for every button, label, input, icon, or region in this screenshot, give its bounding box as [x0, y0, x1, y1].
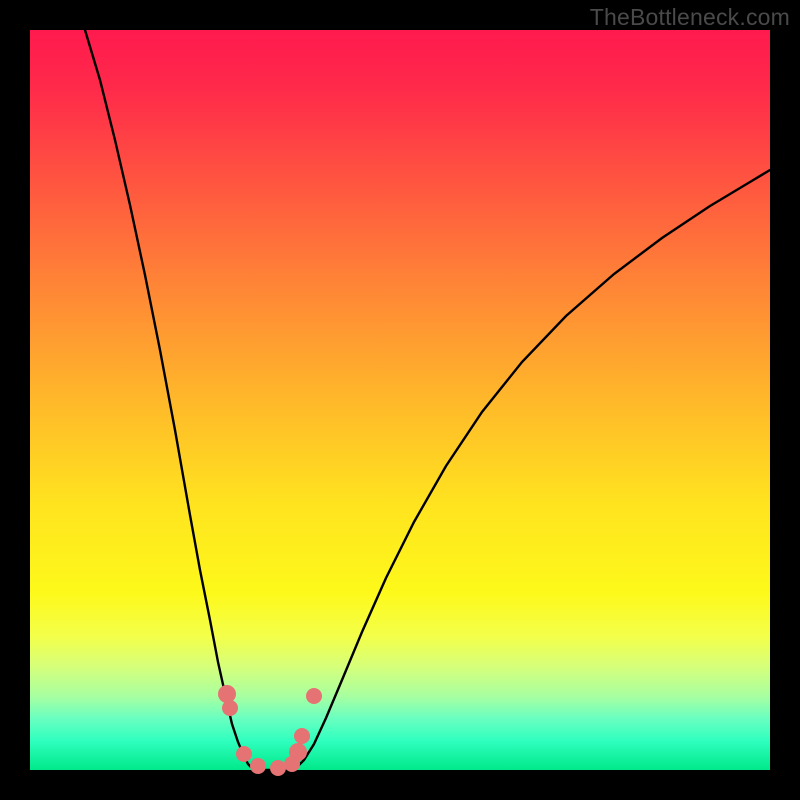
curve-path-group: [85, 30, 770, 770]
data-marker: [236, 746, 252, 762]
bottleneck-curve: [30, 30, 770, 770]
plot-area: [30, 30, 770, 770]
curve-path: [85, 30, 770, 770]
data-marker: [306, 688, 322, 704]
data-marker: [250, 758, 266, 774]
outer-frame: TheBottleneck.com: [0, 0, 800, 800]
data-marker: [289, 743, 307, 761]
watermark-text: TheBottleneck.com: [590, 4, 790, 31]
data-marker: [222, 700, 238, 716]
data-marker: [294, 728, 310, 744]
data-marker: [270, 760, 286, 776]
data-marker: [218, 685, 236, 703]
